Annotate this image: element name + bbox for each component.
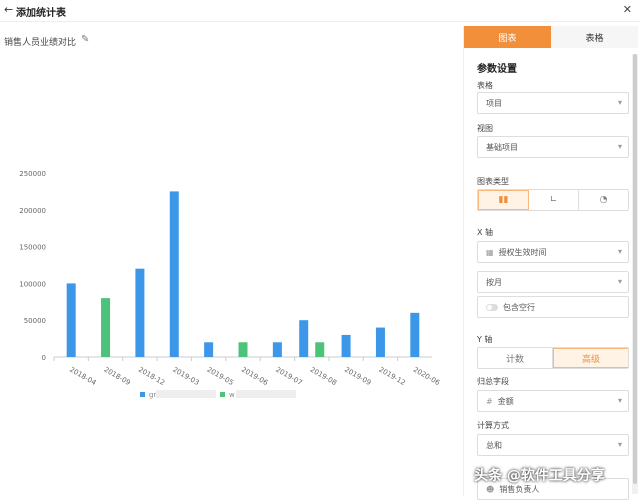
y-mode-switch: 计数 高级	[477, 347, 629, 369]
agg-field-label: 归总字段	[477, 377, 509, 386]
y-tick-label: 0	[42, 354, 46, 362]
bar-gr	[299, 320, 309, 357]
calc-label: 计算方式	[477, 421, 509, 430]
calc-select[interactable]: 总和 ▾	[477, 434, 629, 456]
table-select-value: 项目	[486, 98, 502, 108]
y-tick-label: 250000	[19, 170, 46, 178]
calendar-icon: ▦	[486, 247, 494, 257]
pie-chart-icon[interactable]: ◔	[579, 190, 628, 210]
bar-gr	[66, 283, 76, 357]
chart-title: 销售人员业绩对比	[4, 38, 77, 48]
agg-field-select[interactable]: # 金额 ▾	[477, 390, 629, 412]
legend-swatch	[220, 392, 225, 397]
back-arrow-icon[interactable]: ←	[4, 3, 13, 16]
y-mode-advanced[interactable]: 高级	[553, 348, 628, 368]
bar-gr	[135, 268, 145, 357]
x-tick-label: 2019-07	[274, 366, 303, 388]
table-select[interactable]: 项目 ▾	[477, 92, 629, 114]
chevron-down-icon: ▾	[617, 247, 622, 256]
chevron-down-icon: ▾	[617, 277, 622, 286]
chevron-down-icon: ▾	[617, 440, 622, 449]
chevron-down-icon: ▾	[617, 142, 622, 151]
bar-gr	[272, 342, 282, 357]
x-tick-label: 2019-08	[309, 366, 338, 388]
x-tick-label: 2018-12	[137, 366, 166, 388]
legend-label: gr	[149, 391, 156, 399]
legend-blur	[156, 390, 216, 398]
panel-tabs: 图表 表格	[464, 26, 638, 48]
y-axis-label: Y 轴	[477, 335, 493, 344]
chevron-down-icon: ▾	[617, 98, 622, 107]
tab-chart[interactable]: 图表	[464, 26, 551, 48]
x-tick-label: 2019-03	[171, 366, 200, 388]
legend-label: w	[229, 391, 235, 399]
bar-chart-icon[interactable]: ▮▮	[478, 190, 529, 210]
x-tick-label: 2019-09	[343, 366, 372, 388]
x-field-value: 授权生效时间	[498, 247, 547, 257]
y-tick-label: 200000	[19, 207, 46, 215]
y-tick-label: 150000	[19, 244, 46, 252]
x-axis-label: X 轴	[477, 228, 494, 237]
legend-swatch	[140, 392, 145, 397]
bar-w	[101, 298, 111, 357]
x-tick-label: 2019-06	[240, 366, 270, 388]
view-label: 视图	[477, 124, 493, 133]
watermark: 头条 @软件工具分享	[474, 468, 605, 484]
group-field-value: 销售负责人	[499, 484, 540, 494]
y-tick-label: 50000	[24, 317, 46, 325]
view-select[interactable]: 基础项目 ▾	[477, 136, 629, 158]
dialog-header: ← 添加统计表 ✕	[0, 0, 640, 22]
bar-chart: 0500001000001500002000002500002018-04 201…	[19, 170, 442, 399]
view-select-value: 基础项目	[486, 142, 518, 152]
calc-value: 总和	[486, 440, 502, 450]
settings-panel: 图表 表格 参数设置 表格 项目 ▾ 视图 基础项目 ▾ 图表类型 ▮▮ ∟ ◔…	[463, 26, 638, 500]
chart-type-label: 图表类型	[477, 177, 509, 186]
dialog-title: 添加统计表	[16, 8, 66, 19]
chevron-down-icon: ▾	[617, 396, 622, 405]
toggle-switch[interactable]	[486, 303, 498, 311]
chart-type-switch: ▮▮ ∟ ◔	[477, 189, 629, 211]
line-chart-icon[interactable]: ∟	[529, 190, 579, 210]
close-icon[interactable]: ✕	[623, 3, 632, 16]
bar-gr	[341, 334, 351, 357]
person-icon: ☻	[486, 484, 495, 494]
edit-pencil-icon[interactable]: ✎	[81, 34, 89, 45]
bar-w	[315, 342, 325, 357]
table-label: 表格	[477, 81, 493, 90]
section-title: 参数设置	[477, 64, 517, 75]
y-mode-count[interactable]: 计数	[478, 348, 553, 368]
x-group-value: 按月	[486, 277, 502, 287]
include-empty-label: 包含空行	[503, 302, 535, 312]
x-tick-label: 2019-12	[377, 366, 406, 388]
x-field-select[interactable]: ▦ 授权生效时间 ▾	[477, 241, 629, 263]
x-tick-label: 2019-05	[206, 366, 235, 388]
x-tick-label: 2020-06	[412, 366, 442, 388]
bar-gr	[410, 312, 420, 357]
bar-gr	[169, 191, 179, 357]
panel-scrollbar[interactable]	[632, 54, 638, 494]
x-tick-label: 2018-04	[68, 366, 98, 388]
y-tick-label: 100000	[19, 280, 46, 288]
tab-table[interactable]: 表格	[551, 26, 638, 48]
include-empty-toggle[interactable]: 包含空行	[477, 296, 629, 318]
hash-icon: #	[486, 396, 493, 406]
agg-field-value: 金额	[497, 396, 514, 406]
x-tick-label: 2018-09	[102, 366, 131, 388]
legend-blur	[236, 390, 296, 398]
bar-gr	[204, 342, 214, 357]
bar-w	[238, 342, 248, 357]
x-group-select[interactable]: 按月 ▾	[477, 271, 629, 293]
bar-gr	[375, 327, 385, 357]
